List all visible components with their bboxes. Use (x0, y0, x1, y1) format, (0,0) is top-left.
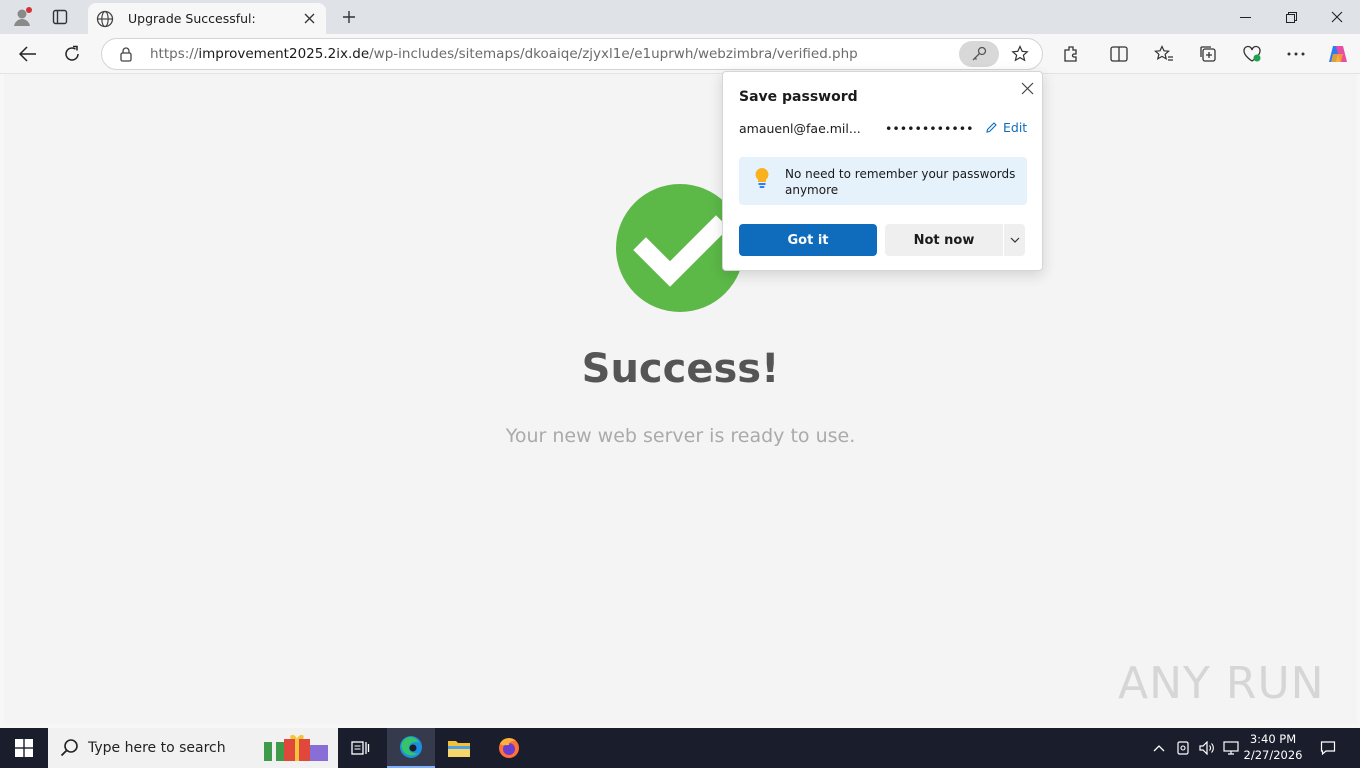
taskbar: Type here to search 3:40 PM 2/27/2026 (0, 728, 1360, 768)
lightbulb-icon (755, 168, 769, 188)
success-subtext: Your new web server is ready to use. (505, 425, 856, 447)
taskbar-search[interactable]: Type here to search (48, 728, 338, 768)
file-explorer-icon[interactable] (435, 728, 483, 768)
not-now-button[interactable]: Not now (885, 224, 1003, 256)
url-text[interactable]: https://improvement2025.2ix.de/wp-includ… (150, 46, 858, 62)
globe-icon (96, 10, 114, 27)
search-icon (60, 739, 78, 757)
start-button[interactable] (0, 728, 48, 768)
system-clock[interactable]: 3:40 PM 2/27/2026 (1240, 731, 1306, 763)
edit-button[interactable]: Edit (985, 120, 1027, 135)
profile-icon[interactable] (9, 5, 35, 29)
saved-password-mask: •••••••••••• (885, 121, 974, 136)
favorite-star-icon[interactable] (1008, 42, 1032, 66)
address-bar[interactable]: https://improvement2025.2ix.de/wp-includ… (101, 38, 1043, 70)
browser-toolbar: https://improvement2025.2ix.de/wp-includ… (0, 34, 1360, 74)
lock-icon[interactable] (118, 46, 134, 62)
more-options-dropdown[interactable] (1004, 224, 1025, 256)
extensions-icon[interactable] (1058, 42, 1084, 66)
tab-actions-icon[interactable] (47, 5, 73, 29)
close-popup-icon[interactable] (1017, 78, 1037, 98)
notifications-icon[interactable] (1314, 728, 1342, 768)
back-button[interactable] (13, 40, 43, 68)
firefox-icon[interactable] (485, 728, 533, 768)
volume-icon[interactable] (1196, 728, 1218, 768)
clock-date: 2/27/2026 (1243, 748, 1303, 762)
show-hidden-icons-icon[interactable] (1148, 728, 1170, 768)
tip-text: No need to remember your passwords anymo… (785, 167, 1016, 197)
password-tip-banner: No need to remember your passwords anymo… (739, 157, 1027, 205)
windows-icon (15, 739, 33, 757)
tab-upgrade-successful[interactable]: Upgrade Successful: (88, 3, 326, 34)
anyrun-watermark: ANY RUN (1118, 658, 1325, 709)
gift-boxes-icon (264, 734, 328, 761)
device-icon[interactable] (1172, 728, 1194, 768)
refresh-button[interactable] (57, 40, 87, 68)
restore-button[interactable] (1268, 0, 1314, 34)
collections-icon[interactable] (1195, 42, 1221, 66)
copilot-icon[interactable] (1325, 42, 1351, 66)
split-screen-icon[interactable] (1106, 42, 1132, 66)
more-options-icon[interactable] (1283, 42, 1309, 66)
tab-title: Upgrade Successful: (128, 11, 256, 26)
favorites-icon[interactable] (1151, 42, 1177, 66)
edge-taskbar-icon[interactable] (387, 728, 435, 768)
close-window-button[interactable] (1314, 0, 1360, 34)
clock-time: 3:40 PM (1249, 732, 1297, 746)
close-tab-icon[interactable] (300, 10, 318, 28)
search-placeholder: Type here to search (88, 740, 226, 756)
browser-essentials-icon[interactable] (1239, 42, 1265, 66)
pencil-icon (986, 122, 997, 133)
got-it-button[interactable]: Got it (739, 224, 877, 256)
tab-bar: Upgrade Successful: (0, 0, 1360, 34)
save-password-popup: Save password amauenl@fae.mil... •••••••… (722, 71, 1043, 271)
page-content: Success! Your new web server is ready to… (4, 74, 1357, 724)
success-heading: Success! (581, 346, 780, 392)
popup-title: Save password (739, 89, 858, 105)
network-icon[interactable] (1220, 728, 1242, 768)
new-tab-button[interactable] (336, 5, 362, 29)
saved-username: amauenl@fae.mil... (739, 121, 861, 136)
minimize-button[interactable] (1222, 0, 1268, 34)
password-key-icon[interactable] (959, 41, 999, 67)
task-view-icon[interactable] (336, 728, 384, 768)
chevron-down-icon (1010, 237, 1019, 243)
